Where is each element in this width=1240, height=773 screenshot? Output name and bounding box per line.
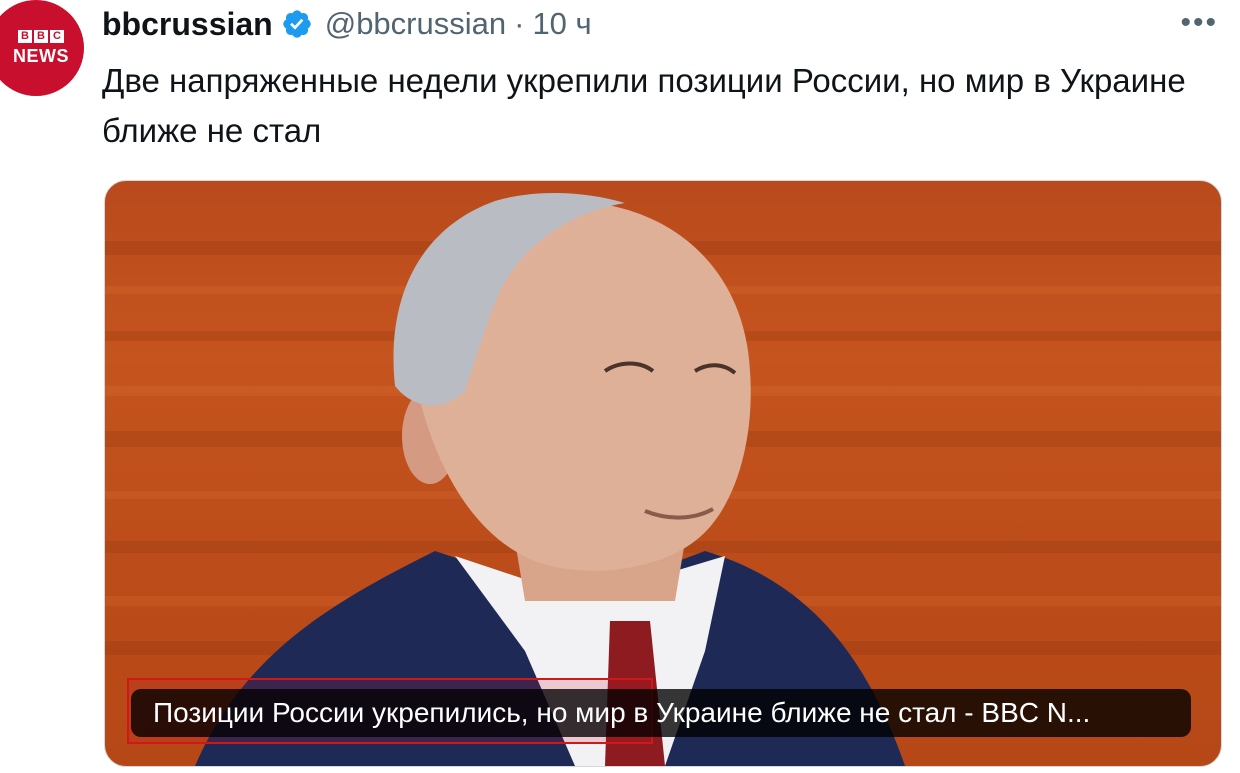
timestamp[interactable]: 10 ч: [532, 6, 591, 42]
separator-dot: ·: [514, 6, 525, 41]
account-name[interactable]: bbcrussian: [102, 6, 273, 43]
more-icon[interactable]: •••: [1180, 6, 1218, 40]
account-handle[interactable]: @bbcrussian: [325, 6, 506, 42]
card-caption-text: Позиции России укрепились, но мир в Укра…: [153, 697, 1091, 728]
avatar[interactable]: BBC NEWS: [0, 0, 84, 96]
tweet-text: Две напряженные недели укрепили позиции …: [102, 62, 1186, 149]
tweet-header: bbcrussian @bbcrussian · 10 ч: [102, 2, 592, 46]
bbc-logo-blocks: BBC: [18, 29, 64, 43]
card-caption[interactable]: Позиции России укрепились, но мир в Укра…: [131, 689, 1191, 737]
link-card[interactable]: Позиции России укрепились, но мир в Укра…: [104, 180, 1222, 767]
avatar-news-label: NEWS: [13, 45, 69, 66]
verified-badge-icon: [283, 10, 311, 38]
